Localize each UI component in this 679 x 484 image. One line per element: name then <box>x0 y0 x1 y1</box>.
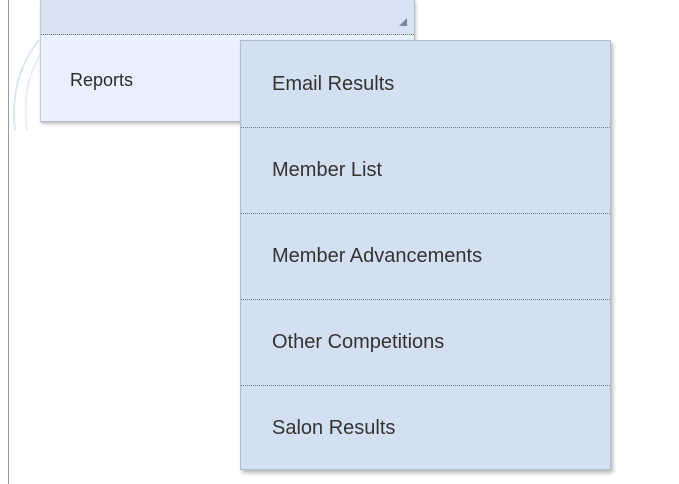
screen: Reports Email Results Member List Member… <box>0 0 679 484</box>
submenu-item-email-results[interactable]: Email Results <box>241 41 610 127</box>
menu-panel-header <box>41 0 414 35</box>
submenu-item-member-list[interactable]: Member List <box>241 127 610 213</box>
background-swirl-decoration <box>13 40 43 130</box>
resize-grip-icon[interactable] <box>398 17 408 27</box>
reports-submenu: Email Results Member List Member Advance… <box>240 40 611 470</box>
menu-item-reports[interactable]: Reports <box>70 70 133 91</box>
submenu-item-salon-results[interactable]: Salon Results <box>241 385 610 471</box>
submenu-item-member-advancements[interactable]: Member Advancements <box>241 213 610 299</box>
submenu-item-other-competitions[interactable]: Other Competitions <box>241 299 610 385</box>
